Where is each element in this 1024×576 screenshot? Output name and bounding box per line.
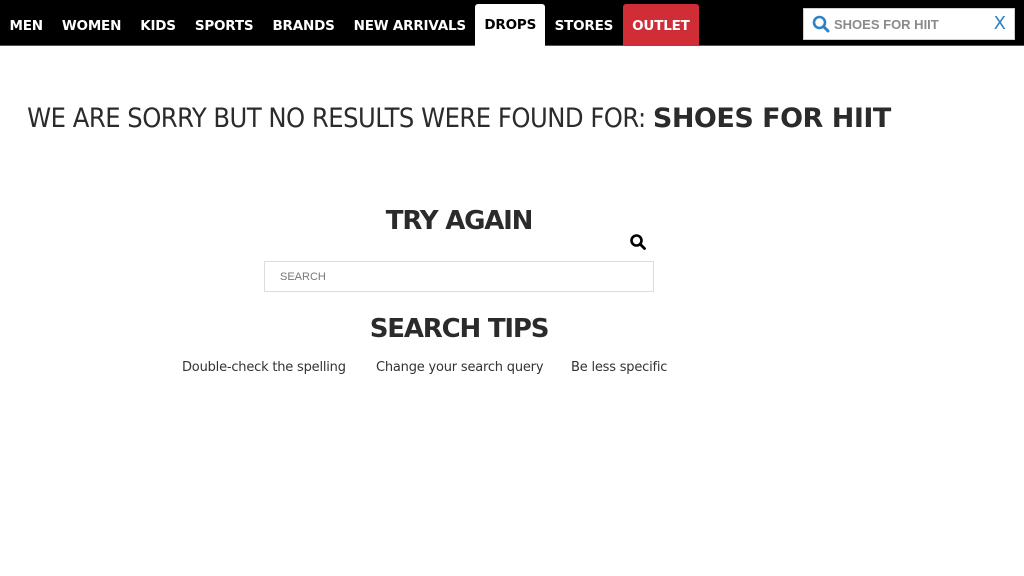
nav-item-kids[interactable]: KIDS: [131, 5, 186, 46]
nav-item-women[interactable]: WOMEN: [52, 5, 130, 46]
nav-item-outlet[interactable]: OUTLET: [622, 4, 700, 46]
clear-search-icon[interactable]: X: [994, 13, 1006, 35]
main-nav: MEN WOMEN KIDS SPORTS BRANDS NEW ARRIVAL…: [0, 0, 700, 46]
nav-item-stores[interactable]: STORES: [545, 5, 623, 46]
nav-item-men[interactable]: MEN: [0, 5, 52, 46]
nav-item-new-arrivals[interactable]: NEW ARRIVALS: [344, 5, 475, 46]
search-tip: Double-check the spelling: [182, 360, 346, 375]
header-search-input[interactable]: [834, 16, 974, 32]
no-results-prefix: WE ARE SORRY BUT NO RESULTS WERE FOUND F…: [27, 103, 653, 134]
nav-item-sports[interactable]: SPORTS: [185, 5, 263, 46]
try-again-heading: TRY AGAIN: [385, 206, 534, 236]
search-tips-heading: SEARCH TIPS: [369, 314, 550, 344]
nav-item-brands[interactable]: BRANDS: [263, 5, 344, 46]
search-icon[interactable]: [629, 233, 647, 251]
search-tip: Be less specific: [571, 360, 668, 375]
search-tip: Change your search query: [376, 360, 544, 375]
top-navigation-bar: MEN WOMEN KIDS SPORTS BRANDS NEW ARRIVAL…: [0, 0, 1024, 46]
search-tips-list: Double-check the spelling Change your se…: [0, 360, 1024, 378]
nav-item-drops[interactable]: DROPS: [475, 4, 546, 46]
search-icon[interactable]: [810, 13, 832, 35]
search-input[interactable]: [264, 261, 654, 292]
no-results-message: WE ARE SORRY BUT NO RESULTS WERE FOUND F…: [0, 104, 918, 134]
header-search-box: X: [803, 8, 1015, 40]
searched-term: SHOES FOR HIIT: [652, 103, 891, 134]
